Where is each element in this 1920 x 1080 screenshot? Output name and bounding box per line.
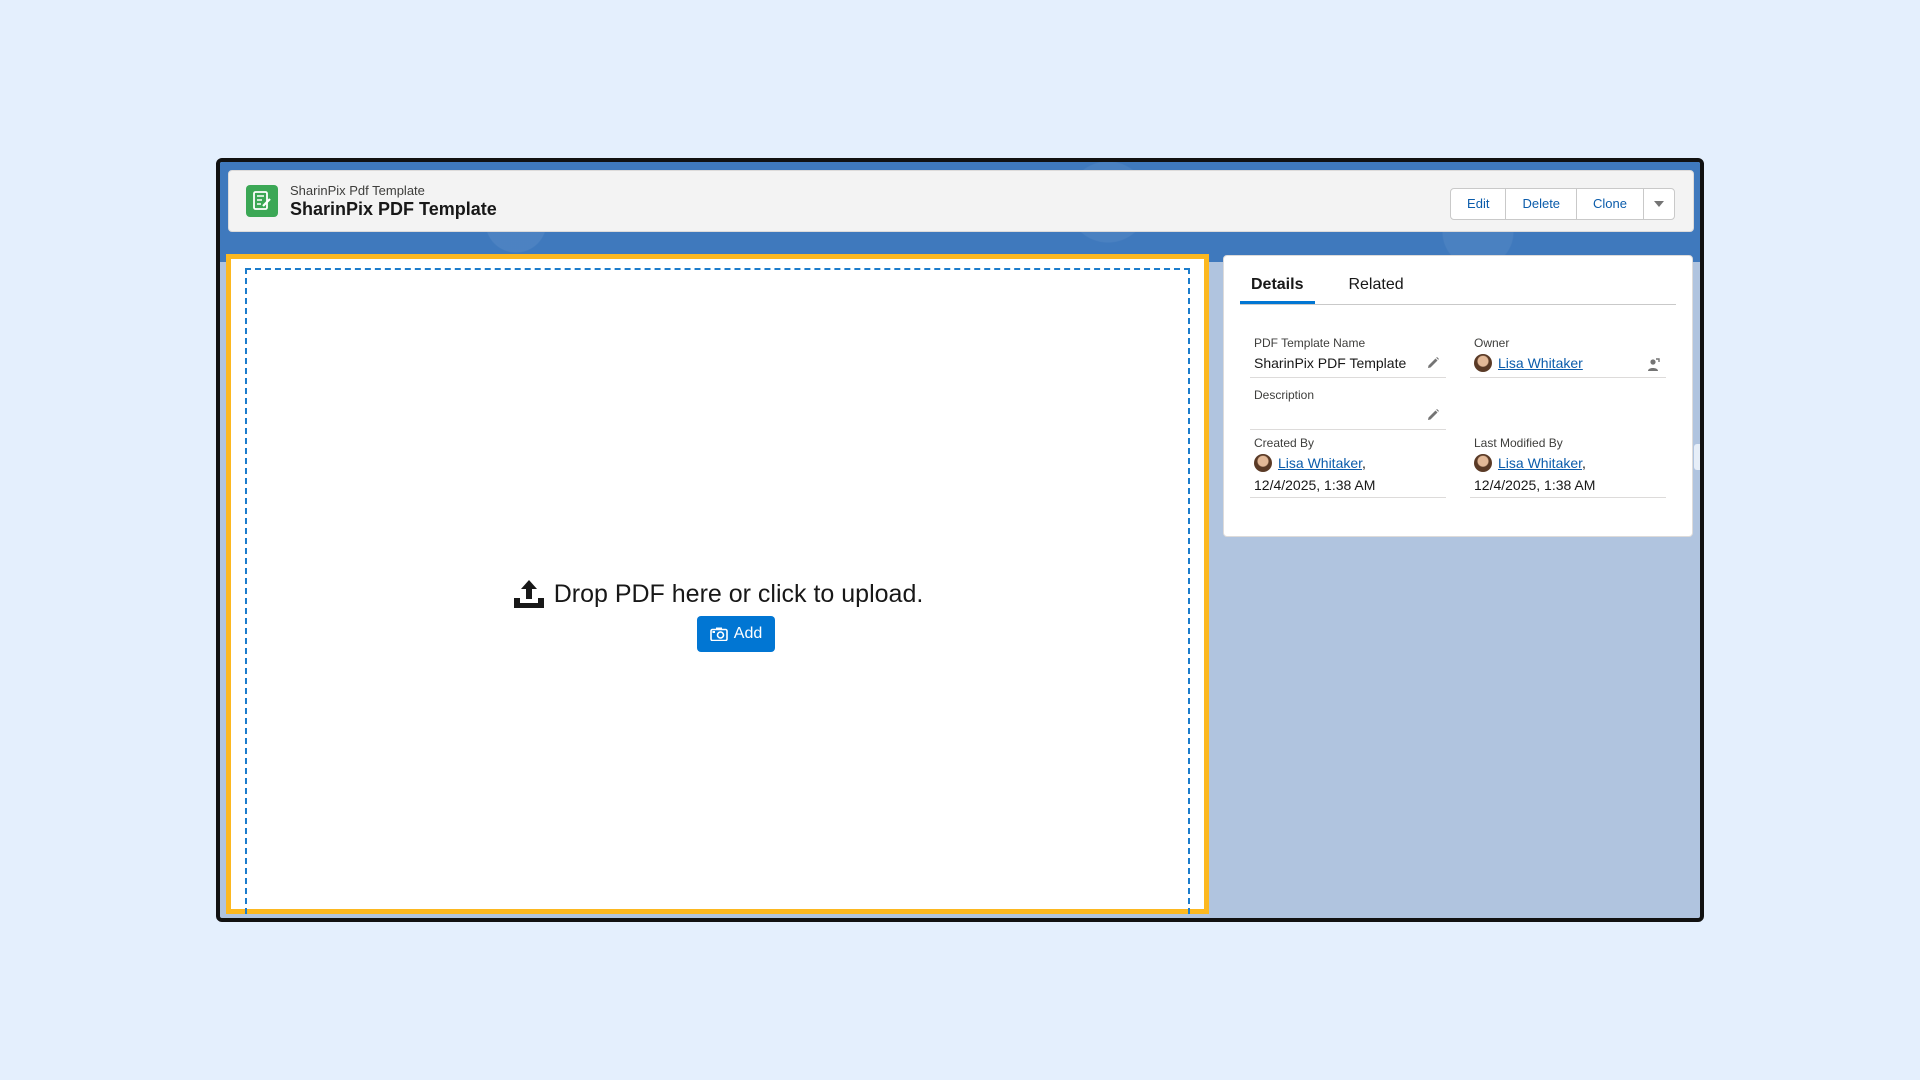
- pdf-upload-panel: Drop PDF here or click to upload. Add: [226, 254, 1209, 914]
- upload-icon: [513, 580, 544, 608]
- created-date: 12/4/2025, 1:38 AM: [1254, 477, 1376, 493]
- app-window: SharinPix Pdf Template SharinPix PDF Tem…: [216, 158, 1704, 922]
- delete-button[interactable]: Delete: [1506, 189, 1578, 219]
- field-value: SharinPix PDF Template: [1254, 355, 1407, 371]
- owner-link[interactable]: Lisa Whitaker: [1498, 355, 1583, 371]
- modified-by-link[interactable]: Lisa Whitaker: [1498, 455, 1582, 471]
- drop-text: Drop PDF here or click to upload.: [553, 579, 924, 608]
- utility-handle[interactable]: [1694, 444, 1700, 470]
- chevron-down-icon: [1654, 201, 1664, 207]
- pdf-template-icon: [246, 185, 278, 217]
- change-owner-icon[interactable]: [1646, 358, 1660, 372]
- field-label: Last Modified By: [1474, 436, 1563, 450]
- modified-date: 12/4/2025, 1:38 AM: [1474, 477, 1596, 493]
- pdf-dropzone[interactable]: Drop PDF here or click to upload. Add: [245, 268, 1190, 914]
- clone-button[interactable]: Clone: [1577, 189, 1644, 219]
- field-label: Created By: [1254, 436, 1315, 450]
- field-value-wrap: Lisa Whitaker: [1474, 354, 1666, 372]
- avatar: [1474, 454, 1492, 472]
- field-value-wrap: Lisa Whitaker,: [1474, 454, 1666, 472]
- action-button-group: Edit Delete Clone: [1450, 188, 1675, 220]
- field-created-by: Created By Lisa Whitaker, 12/4/2025, 1:3…: [1250, 436, 1446, 498]
- field-label: PDF Template Name: [1254, 336, 1366, 350]
- add-button-label: Add: [733, 625, 763, 642]
- edit-button[interactable]: Edit: [1451, 189, 1507, 219]
- details-card: Details Related PDF Template Name Sharin…: [1223, 255, 1693, 537]
- field-pdf-template-name: PDF Template Name SharinPix PDF Template: [1250, 336, 1446, 378]
- tab-details[interactable]: Details: [1240, 270, 1316, 304]
- field-value-wrap: Lisa Whitaker,: [1254, 454, 1446, 472]
- tab-related[interactable]: Related: [1337, 270, 1414, 304]
- camera-icon: [709, 627, 728, 641]
- record-header: SharinPix Pdf Template SharinPix PDF Tem…: [228, 170, 1694, 232]
- detail-tabs: Details Related: [1240, 270, 1676, 305]
- pencil-icon[interactable]: [1426, 356, 1440, 370]
- record-title: SharinPix PDF Template: [290, 198, 497, 219]
- pencil-icon[interactable]: [1426, 408, 1440, 422]
- more-actions-button[interactable]: [1644, 189, 1674, 219]
- field-owner: Owner Lisa Whitaker: [1470, 336, 1666, 378]
- avatar: [1474, 354, 1492, 372]
- created-by-link[interactable]: Lisa Whitaker: [1278, 455, 1362, 471]
- field-label: Description: [1254, 388, 1315, 402]
- field-label: Owner: [1474, 336, 1510, 350]
- field-last-modified-by: Last Modified By Lisa Whitaker, 12/4/202…: [1470, 436, 1666, 498]
- avatar: [1254, 454, 1272, 472]
- drop-message: Drop PDF here or click to upload.: [247, 578, 1188, 610]
- object-type-label: SharinPix Pdf Template: [290, 182, 425, 198]
- add-button[interactable]: Add: [697, 616, 775, 652]
- field-description: Description: [1250, 388, 1446, 430]
